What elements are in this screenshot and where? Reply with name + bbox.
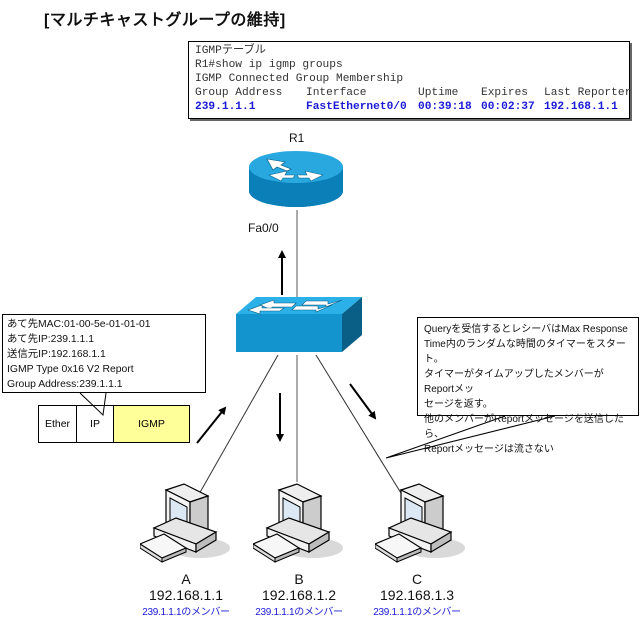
host-a-pc-icon: [140, 483, 230, 563]
receiver-note-callout: Queryを受信するとレシーバはMax Response Time内のランダムな…: [417, 317, 639, 455]
link-switch-host-a: [193, 354, 279, 504]
host-c: C 192.168.1.3 239.1.1.1のメンバー: [363, 571, 471, 618]
router-interface-label: Fa0/0: [248, 221, 279, 235]
link-switch-host-c: [315, 354, 405, 499]
note-line-3: タイマーがタイムアップしたメンバーがReportメッ: [424, 369, 604, 395]
note-line-1: Queryを受信するとレシーバはMax Response: [424, 324, 628, 335]
host-c-pc-icon: [375, 483, 465, 563]
host-a-membership: 239.1.1.1のメンバー: [142, 607, 230, 618]
frame-field-igmp: IGMP: [113, 405, 190, 443]
packet-dest-mac: あて先MAC:01-00-5e-01-01-01: [7, 319, 151, 330]
host-b-name: B: [294, 571, 304, 587]
note-line-6: Reportメッセージは流さない: [424, 444, 554, 455]
router-icon: [249, 151, 343, 207]
host-b: B 192.168.1.2 239.1.1.1のメンバー: [245, 571, 353, 618]
frame-structure: Ether IP IGMP: [38, 405, 190, 443]
packet-info-callout: あて先MAC:01-00-5e-01-01-01 あて先IP:239.1.1.1…: [2, 314, 206, 393]
host-b-membership: 239.1.1.1のメンバー: [255, 607, 343, 618]
note-line-2: Time内のランダムな時間のタイマーをスタート。: [424, 339, 626, 365]
host-b-pc-icon: [253, 483, 343, 563]
packet-src-ip: 送信元IP:192.168.1.1: [7, 349, 106, 360]
host-a-name: A: [181, 571, 191, 587]
frame-field-ether: Ether: [38, 405, 77, 443]
packet-dest-ip: あて先IP:239.1.1.1: [7, 334, 95, 345]
host-b-ip: 192.168.1.2: [262, 587, 336, 603]
note-line-4: セージを返す。: [424, 399, 493, 410]
host-c-membership: 239.1.1.1のメンバー: [373, 607, 461, 618]
packet-group-address: Group Address:239.1.1.1: [7, 379, 123, 390]
host-a-ip: 192.168.1.1: [149, 587, 223, 603]
arrow-host-a-to-switch: [196, 406, 227, 444]
host-c-name: C: [411, 571, 423, 587]
router-name: R1: [289, 131, 305, 145]
frame-field-ip: IP: [76, 405, 114, 443]
arrow-switch-to-host-c: [349, 383, 377, 420]
switch-icon: [236, 297, 362, 352]
host-a: A 192.168.1.1 239.1.1.1のメンバー: [132, 571, 240, 618]
host-c-ip: 192.168.1.3: [380, 587, 454, 603]
note-line-5: 他のメンバーがReportメッセージを送信したら、: [424, 414, 624, 440]
packet-igmp-type: IGMP Type 0x16 V2 Report: [7, 364, 134, 375]
